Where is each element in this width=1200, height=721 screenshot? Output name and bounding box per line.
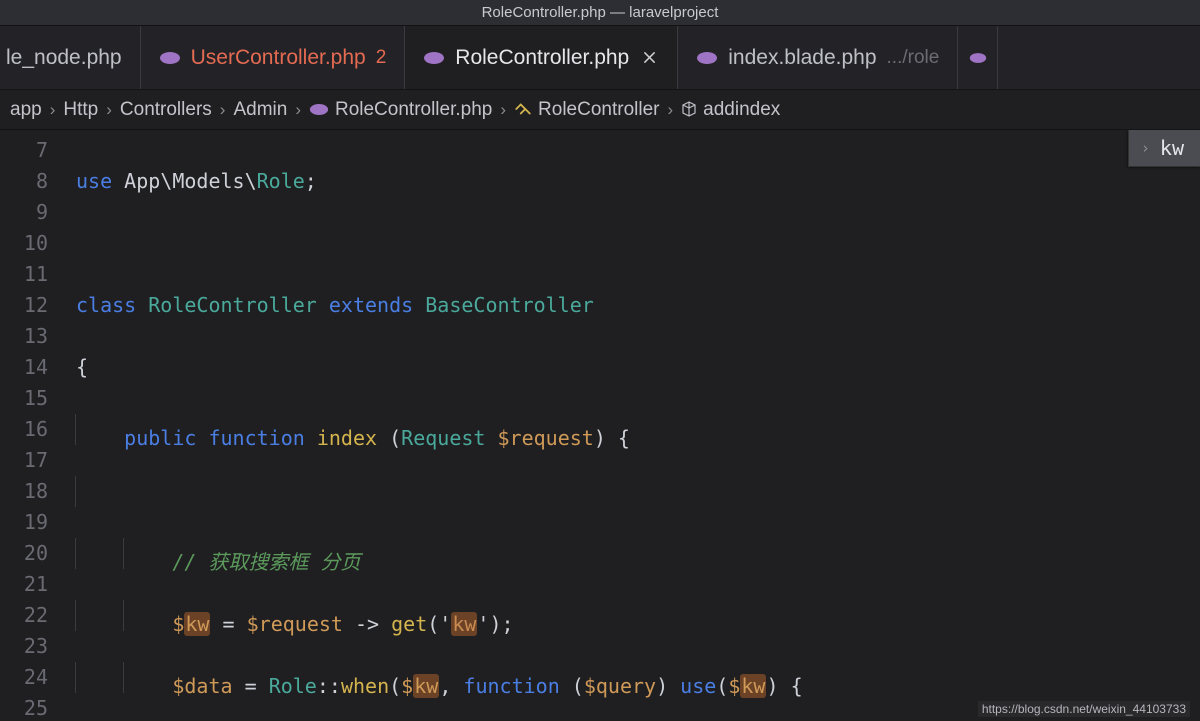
breadcrumb-file[interactable]: RoleController.php [335,99,492,121]
line-number: 16 [0,414,48,445]
php-file-icon [969,47,987,68]
line-number: 7 [0,135,48,166]
line-number: 13 [0,321,48,352]
php-file-icon [423,47,445,68]
breadcrumb-item[interactable]: Http [63,99,98,121]
code-editor[interactable]: 78910111213141516171819202122232425 use … [0,130,1200,721]
chevron-right-icon: › [220,100,226,120]
tab-index-blade[interactable]: index.blade.php .../role [678,26,958,89]
line-number: 18 [0,476,48,507]
breadcrumb-item[interactable]: Controllers [120,99,212,121]
chevron-right-icon: › [106,100,112,120]
line-gutter: 78910111213141516171819202122232425 [0,130,68,721]
window-title: RoleController.php — laravelproject [0,0,1200,26]
chevron-right-icon: › [500,100,506,120]
line-number: 11 [0,259,48,290]
chevron-right-icon: › [667,100,673,120]
tab-rolecontroller[interactable]: RoleController.php [405,26,678,89]
line-number: 25 [0,693,48,721]
tab-label: index.blade.php [728,46,876,70]
line-number: 10 [0,228,48,259]
breadcrumb-item[interactable]: Admin [233,99,287,121]
php-file-icon [159,47,181,68]
line-number: 19 [0,507,48,538]
tab-usercontroller[interactable]: UserController.php 2 [141,26,406,89]
watermark-text: https://blog.csdn.net/weixin_44103733 [978,701,1190,717]
find-query-text: kw [1160,136,1184,160]
code-content[interactable]: use App\Models\Role; class RoleControlle… [68,130,1200,721]
chevron-right-icon: › [50,100,56,120]
line-number: 17 [0,445,48,476]
line-number: 9 [0,197,48,228]
line-number: 20 [0,538,48,569]
breadcrumb-method[interactable]: addindex [703,99,780,121]
chevron-right-icon[interactable]: › [1141,139,1150,157]
tab-path-suffix: .../role [887,47,940,69]
line-number: 24 [0,662,48,693]
find-widget[interactable]: › kw [1128,130,1200,167]
line-number: 15 [0,383,48,414]
tab-label: UserController.php [191,46,366,70]
tab-le-node[interactable]: le_node.php [0,26,141,89]
php-file-icon [309,101,329,119]
tab-label: le_node.php [6,46,122,70]
tab-label: RoleController.php [455,46,629,70]
line-number: 12 [0,290,48,321]
chevron-right-icon: › [295,100,301,120]
line-number: 23 [0,631,48,662]
tab-overflow[interactable] [958,26,998,89]
line-number: 14 [0,352,48,383]
line-number: 21 [0,569,48,600]
breadcrumb-symbol[interactable]: RoleController [538,99,659,121]
class-symbol-icon [514,99,532,121]
breadcrumb-item[interactable]: app [10,99,42,121]
method-symbol-icon [681,99,697,121]
tab-modified-badge: 2 [376,47,387,69]
close-icon[interactable] [639,48,659,68]
line-number: 8 [0,166,48,197]
breadcrumb: app › Http › Controllers › Admin › RoleC… [0,90,1200,130]
line-number: 22 [0,600,48,631]
php-file-icon [696,47,718,68]
tab-bar: le_node.php UserController.php 2 RoleCon… [0,26,1200,90]
